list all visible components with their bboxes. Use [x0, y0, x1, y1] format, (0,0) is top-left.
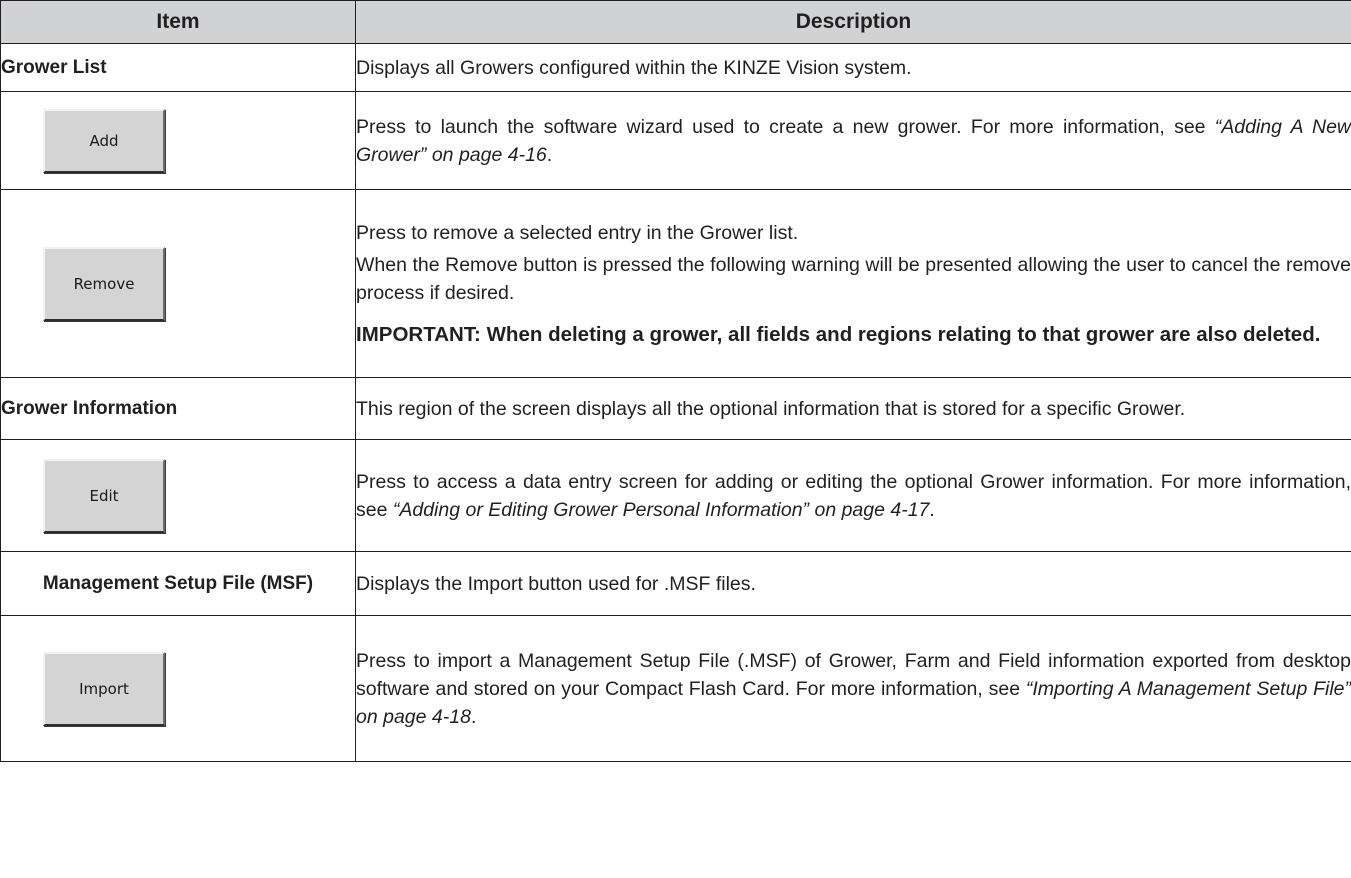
item-import-cell: Import [0, 615, 356, 762]
edit-text-end: . [929, 498, 935, 521]
item-management-setup-file: Management Setup File (MSF) [0, 551, 356, 616]
item-add-cell: Add [0, 91, 356, 190]
table-row: Grower List Displays all Growers configu… [0, 43, 1351, 92]
table-row: Management Setup File (MSF) Displays the… [0, 551, 1351, 616]
remove-paragraph-2: When the Remove button is pressed the fo… [356, 253, 1351, 304]
description-management-setup-file: Displays the Import button used for .MSF… [355, 551, 1351, 616]
header-item: Item [0, 0, 356, 44]
table-row: Add Press to launch the software wizard … [0, 91, 1351, 190]
item-edit-cell: Edit [0, 439, 356, 552]
import-text-end: . [470, 705, 477, 728]
item-grower-information: Grower Information [0, 377, 356, 440]
import-button-image: Import [43, 651, 165, 726]
table-row: Grower Information This region of the sc… [0, 377, 1351, 440]
description-add: Press to launch the software wizard used… [355, 91, 1351, 190]
table-row: Edit Press to access a data entry screen… [0, 439, 1351, 552]
description-remove: Press to remove a selected entry in the … [355, 189, 1351, 378]
description-edit: Press to access a data entry screen for … [355, 439, 1351, 552]
header-description: Description [355, 0, 1351, 44]
remove-important-note: IMPORTANT: When deleting a grower, all f… [356, 322, 1321, 346]
grower-reference-table: Item Description Grower List Displays al… [0, 0, 1351, 762]
description-grower-list: Displays all Growers configured within t… [355, 43, 1351, 92]
table-row: Remove Press to remove a selected entry … [0, 189, 1351, 378]
item-remove-cell: Remove [0, 189, 356, 378]
remove-button-image: Remove [43, 246, 165, 321]
add-text: Press to launch the software wizard used… [356, 115, 1215, 138]
edit-button-image: Edit [43, 458, 165, 533]
description-grower-information: This region of the screen displays all t… [355, 377, 1351, 440]
add-text-end: . [546, 143, 553, 166]
table-header-row: Item Description [0, 0, 1351, 44]
remove-paragraph-1: Press to remove a selected entry in the … [356, 221, 799, 244]
table-row: Import Press to import a Management Setu… [0, 615, 1351, 762]
item-grower-list: Grower List [0, 43, 356, 92]
edit-cross-reference: “Adding or Editing Grower Personal Infor… [392, 498, 930, 521]
description-import: Press to import a Management Setup File … [355, 615, 1351, 762]
add-button-image: Add [43, 108, 165, 173]
